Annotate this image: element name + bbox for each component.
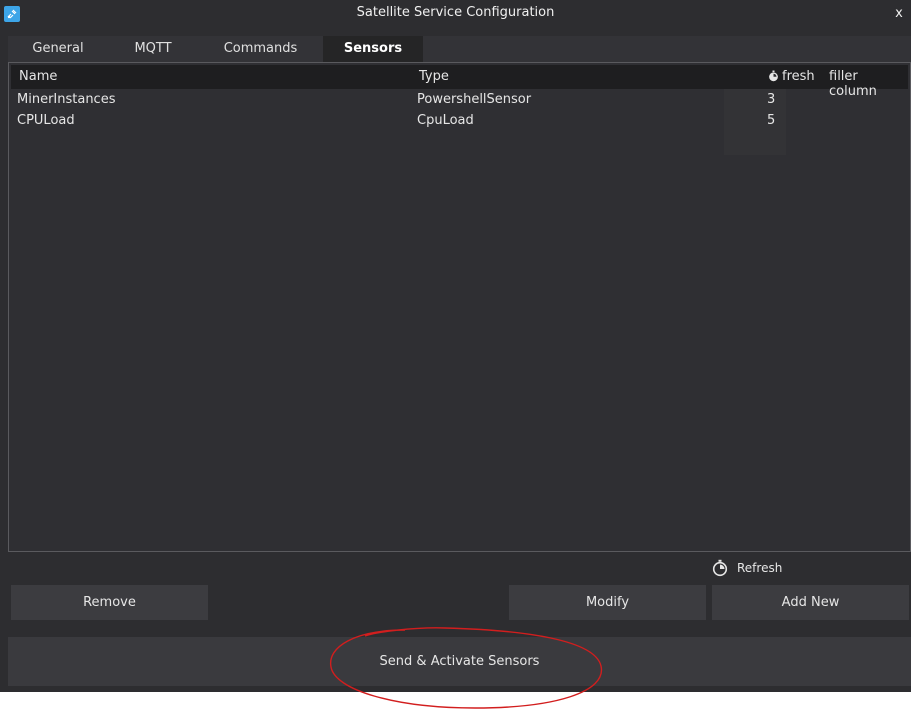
table-row[interactable]: MinerInstances PowershellSensor 3 [11, 90, 908, 111]
window-title: Satellite Service Configuration [356, 5, 555, 20]
title-bar[interactable]: Satellite Service Configuration x [0, 0, 911, 28]
cell-type: PowershellSensor [417, 92, 532, 107]
column-header-fresh[interactable]: fresh [768, 69, 815, 84]
cell-fresh: 5 [767, 113, 776, 128]
grid-header: Name Type fresh filler column [11, 65, 908, 99]
cell-name: MinerInstances [17, 92, 116, 107]
cell-fresh: 3 [767, 92, 776, 107]
refresh-label: Refresh [737, 561, 783, 575]
remove-button[interactable]: Remove [11, 585, 208, 620]
main-window: Satellite Service Configuration x Genera… [0, 0, 911, 692]
column-header-name[interactable]: Name [19, 69, 57, 84]
cell-name: CPULoad [17, 113, 75, 128]
column-header-fresh-label: fresh [782, 69, 815, 84]
tab-sensors[interactable]: Sensors [323, 36, 423, 62]
cell-type: CpuLoad [417, 113, 474, 128]
tab-commands[interactable]: Commands [198, 36, 323, 62]
tab-mqtt[interactable]: MQTT [108, 36, 198, 62]
sensors-grid[interactable]: Name Type fresh filler column MinerInsta… [8, 62, 911, 552]
table-row[interactable]: CPULoad CpuLoad 5 [11, 111, 908, 132]
add-new-button[interactable]: Add New [712, 585, 909, 620]
modify-button[interactable]: Modify [509, 585, 706, 620]
send-activate-sensors-button[interactable]: Send & Activate Sensors [8, 637, 911, 686]
column-header-type[interactable]: Type [419, 69, 449, 84]
close-button[interactable]: x [892, 6, 906, 22]
stopwatch-icon [712, 559, 728, 577]
tab-bar: General MQTT Commands Sensors [8, 36, 911, 62]
tab-general[interactable]: General [8, 36, 108, 62]
stopwatch-icon [769, 70, 778, 82]
